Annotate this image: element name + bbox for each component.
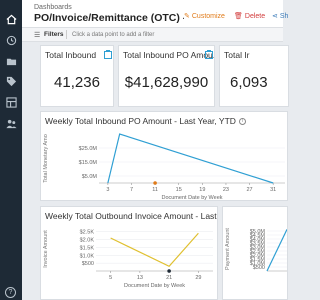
kpi-card-total-invoice[interactable]: Total Ir 6,093	[219, 45, 289, 107]
x-axis-label: Document Date by Week	[161, 195, 222, 201]
chart-weekly-invoice[interactable]: Invoice Amount $500 $1.0K $1.5K$2.0K $2.5K 5 1…	[41, 221, 218, 300]
x-tick-label: 13	[137, 275, 143, 281]
x-tick-label: 31	[270, 187, 276, 193]
filters-label[interactable]: Filters	[44, 31, 64, 38]
folder-icon	[6, 58, 16, 65]
filter-hint: Click a data point to add a filter	[72, 31, 155, 38]
x-tick-label: 21	[166, 275, 172, 281]
y-tick-label: $15.0M	[79, 160, 98, 166]
share-label: Sh	[279, 12, 289, 20]
kpi-value: 6,093	[230, 74, 268, 91]
y-tick-label: $1.0K	[80, 253, 95, 259]
highlight-point	[167, 269, 171, 273]
series-line	[266, 229, 287, 272]
highlight-point	[153, 181, 157, 185]
divider	[66, 30, 67, 39]
sidebar-item-users[interactable]	[4, 116, 18, 130]
sidebar-item-apps[interactable]	[4, 95, 18, 109]
y-axis-label: Total Monetary Amo	[43, 134, 49, 183]
kpi-value: 41,236	[54, 74, 100, 91]
delete-button[interactable]: 🗑 Delete	[234, 12, 266, 21]
x-tick-label: 23	[223, 187, 229, 193]
filter-icon[interactable]: ☰	[34, 31, 40, 39]
chart-card-weekly-payment: Payment Amount $500 $1.0M $1.5M $2.0M $2.5M $3…	[222, 206, 288, 300]
kpi-card-total-po-amount[interactable]: Total Inbound PO Amou... $41,628,990	[118, 45, 215, 107]
kpi-title: Total Ir	[224, 50, 250, 60]
y-tick-label: $5.0M	[82, 174, 98, 180]
x-tick-label: 27	[247, 187, 253, 193]
x-tick-label: 11	[152, 187, 158, 193]
share-button[interactable]: ⋖ Sh	[272, 12, 289, 21]
sidebar-item-tags[interactable]	[4, 74, 18, 88]
breadcrumb[interactable]: Dashboards	[34, 4, 72, 11]
sidebar-item-dashboards[interactable]	[4, 12, 18, 26]
chart-weekly-po[interactable]: Total Monetary Amo $5.0M $15.0M $25.0M 3 7 11 1…	[41, 124, 288, 201]
copy-icon[interactable]	[104, 50, 112, 59]
y-tick-label: $25.0M	[79, 146, 98, 152]
users-icon	[5, 119, 17, 128]
y-tick-label: $500	[82, 261, 94, 267]
chart-card-weekly-po: Weekly Total Inbound PO Amount - Last Ye…	[40, 111, 288, 201]
home-icon	[6, 14, 16, 24]
delete-label: Delete	[244, 12, 266, 20]
page-header: Dashboards PO/Invoice/Remittance (OTC) -…	[22, 0, 288, 28]
grid-icon	[5, 96, 17, 108]
share-icon: ⋖	[272, 13, 278, 20]
y-tick-label: $5.0M	[250, 229, 266, 235]
x-tick-label: 15	[176, 187, 182, 193]
series-line	[110, 232, 199, 268]
sidebar: ?	[0, 0, 22, 300]
kpi-value: $41,628,990	[124, 74, 209, 91]
x-tick-label: 29	[195, 275, 201, 281]
clock-icon	[6, 35, 16, 45]
kpi-card-total-inbound[interactable]: Total Inbound 41,236	[40, 45, 114, 107]
x-tick-label: 7	[130, 187, 133, 193]
help-icon[interactable]: ?	[5, 287, 16, 298]
y-tick-label: $2.5K	[80, 230, 95, 236]
page-title: PO/Invoice/Remittance (OTC) - Tim...	[34, 12, 184, 24]
sidebar-item-recent[interactable]	[4, 33, 18, 47]
x-tick-label: 19	[199, 187, 205, 193]
kpi-title: Total Inbound	[45, 50, 97, 60]
copy-icon[interactable]	[205, 50, 213, 59]
filter-bar: ☰ Filters Click a data point to add a fi…	[22, 28, 283, 42]
x-tick-label: 3	[106, 187, 109, 193]
chart-title: Weekly Total Outbound Invoice Amount - L…	[45, 211, 218, 221]
series-line	[107, 133, 274, 184]
y-tick-label: $1.5K	[80, 245, 95, 251]
kpi-title: Total Inbound PO Amou...	[123, 50, 215, 60]
chart-card-weekly-invoice: Weekly Total Outbound Invoice Amount - L…	[40, 206, 218, 300]
x-tick-label: 5	[109, 275, 112, 281]
y-axis-label: Payment Amount	[225, 228, 231, 270]
tag-icon	[6, 76, 16, 86]
customize-label: Customize	[191, 12, 225, 20]
customize-button[interactable]: ✎ Customize	[184, 12, 225, 21]
sidebar-item-folders[interactable]	[4, 54, 18, 68]
y-axis-label: Invoice Amount	[43, 230, 49, 268]
x-axis-label: Document Date by Week	[124, 283, 185, 289]
trash-icon: 🗑	[234, 13, 243, 20]
y-tick-label: $2.0K	[80, 238, 95, 244]
chart-weekly-payment[interactable]: Payment Amount $500$1.0M$1.5M$2.0M$2.5M$3…	[223, 221, 288, 300]
pencil-icon: ✎	[184, 13, 190, 20]
